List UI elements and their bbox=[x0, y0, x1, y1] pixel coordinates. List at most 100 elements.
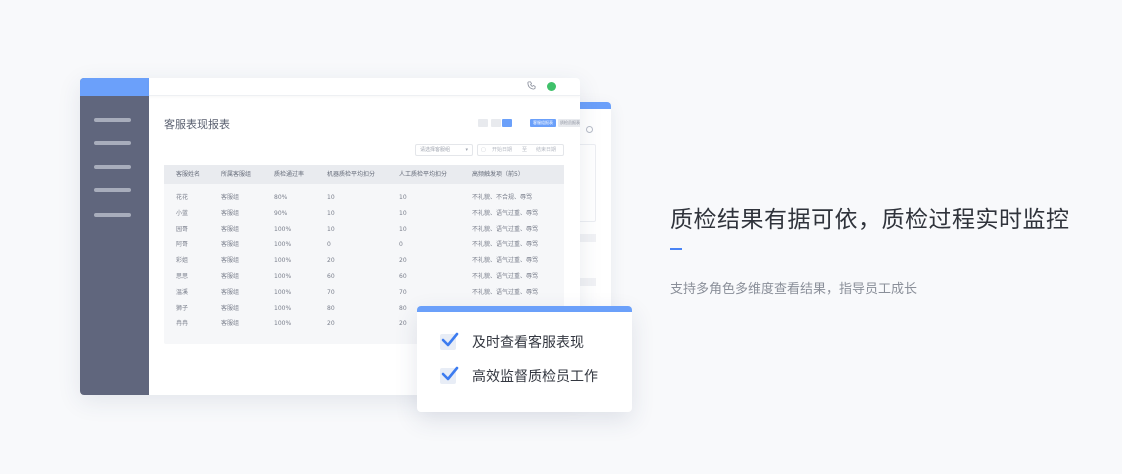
table-cell: 花花 bbox=[176, 194, 189, 201]
phone-icon[interactable] bbox=[527, 81, 536, 93]
table-cell: 客服组 bbox=[221, 288, 240, 296]
table-cell: 阿哥 bbox=[176, 241, 189, 249]
table-cell: 10 bbox=[327, 225, 335, 233]
date-separator: 至 bbox=[522, 147, 528, 153]
table-row: 小蓝 客服组 90% 10 10 不礼貌、语气过重、辱骂 bbox=[164, 206, 564, 222]
feature-checklist-card: 及时查看客服表现 高效监督质检员工作 bbox=[417, 306, 632, 412]
table-cell: 思思 bbox=[176, 273, 189, 280]
table-cell: 不礼貌、不合规、辱骂 bbox=[472, 194, 533, 201]
table-cell: 小蓝 bbox=[176, 209, 189, 217]
table-cell: 80 bbox=[327, 304, 335, 312]
table-cell: 100% bbox=[274, 257, 292, 265]
table-cell: 客服组 bbox=[221, 320, 240, 328]
check-icon bbox=[441, 366, 459, 381]
table-cell: 客服组 bbox=[221, 225, 240, 233]
table-cell: 客服组 bbox=[221, 241, 240, 249]
table-cell: 100% bbox=[274, 225, 292, 233]
sidebar-item[interactable] bbox=[94, 141, 131, 145]
table-row: 阿哥 客服组 100% 0 0 不礼貌、语气过重、辱骂 bbox=[164, 237, 564, 253]
sidebar-item[interactable] bbox=[94, 188, 131, 192]
table-cell: 不礼貌、语气过重、辱骂 bbox=[472, 257, 539, 265]
radio-icon bbox=[586, 126, 593, 133]
sidebar-item[interactable] bbox=[94, 213, 131, 217]
table-cell: 100% bbox=[274, 320, 292, 328]
table-cell: 不礼貌、语气过重、辱骂 bbox=[472, 273, 539, 280]
table-cell: 温溪 bbox=[176, 288, 189, 296]
table-row: 思思 客服组 100% 60 60 不礼貌、语气过重、辱骂 bbox=[164, 269, 564, 285]
hero-subline: 支持多角色多维度查看结果，指导员工成长 bbox=[670, 282, 918, 297]
table-cell: 客服组 bbox=[221, 273, 240, 280]
group-select-placeholder: 请选择客服组 bbox=[420, 147, 451, 153]
sidebar-item[interactable] bbox=[94, 118, 131, 122]
table-cell: 客服组 bbox=[221, 194, 240, 201]
date-start: 开始日期 bbox=[492, 147, 513, 153]
column-header: 客服姓名 bbox=[176, 171, 201, 178]
table-row: 园哥 客服组 100% 10 10 不礼貌、语气过重、辱骂 bbox=[164, 222, 564, 238]
table-cell: 70 bbox=[399, 288, 407, 296]
table-cell: 20 bbox=[399, 257, 407, 265]
accent-divider bbox=[670, 248, 682, 250]
toolbar-button[interactable] bbox=[491, 119, 501, 127]
toolbar-button-active[interactable] bbox=[502, 119, 512, 127]
table-cell: 100% bbox=[274, 241, 292, 249]
table-cell: 10 bbox=[399, 194, 407, 201]
checklist-item: 高效监督质检员工作 bbox=[440, 366, 598, 386]
toolbar-button[interactable] bbox=[478, 119, 488, 127]
checkbox bbox=[440, 366, 459, 384]
table-cell: 客服组 bbox=[221, 257, 240, 265]
check-icon bbox=[441, 332, 459, 347]
table-cell: 狮子 bbox=[176, 304, 189, 312]
checklist-header bbox=[417, 306, 632, 312]
caret-down-icon: ▾ bbox=[465, 147, 468, 153]
table-cell: 100% bbox=[274, 304, 292, 312]
table-cell: 0 bbox=[327, 241, 331, 249]
table-cell: 70 bbox=[327, 288, 335, 296]
group-select[interactable]: 请选择客服组 ▾ bbox=[415, 144, 473, 156]
checklist-label: 高效监督质检员工作 bbox=[472, 369, 598, 385]
table-cell: 不礼貌、语气过重、辱骂 bbox=[472, 225, 539, 233]
table-cell: 100% bbox=[274, 288, 292, 296]
column-header: 人工质检平均扣分 bbox=[399, 171, 448, 178]
table-cell: 60 bbox=[399, 273, 407, 280]
table-row: 彩姐 客服组 100% 20 20 不礼貌、语气过重、辱骂 bbox=[164, 253, 564, 269]
sidebar bbox=[80, 78, 149, 395]
table-row: 温溪 客服组 100% 70 70 不礼貌、语气过重、辱骂 bbox=[164, 285, 564, 301]
table-cell: 80% bbox=[274, 194, 288, 201]
table-cell: 不礼貌、语气过重、辱骂 bbox=[472, 241, 539, 249]
page-title: 客服表现报表 bbox=[164, 118, 230, 131]
table-cell: 客服组 bbox=[221, 304, 240, 312]
column-header: 所属客服组 bbox=[221, 171, 252, 178]
table-cell: 冉冉 bbox=[176, 320, 189, 328]
checklist-label: 及时查看客服表现 bbox=[472, 335, 584, 351]
calendar-icon: ▢ bbox=[481, 147, 486, 153]
table-cell: 10 bbox=[399, 225, 407, 233]
table-cell: 20 bbox=[399, 320, 407, 328]
date-range-picker[interactable]: ▢ 开始日期 至 结束日期 bbox=[477, 144, 564, 156]
table-cell: 客服组 bbox=[221, 209, 240, 217]
table-row: 花花 客服组 80% 10 10 不礼貌、不合规、辱骂 bbox=[164, 190, 564, 206]
table-cell: 10 bbox=[327, 194, 335, 201]
table-cell: 0 bbox=[399, 241, 403, 249]
topbar bbox=[149, 78, 580, 96]
sidebar-logo bbox=[80, 78, 149, 96]
table-header: 客服姓名 所属客服组 质检通过率 机器质检平均扣分 人工质检平均扣分 高频触发项… bbox=[164, 165, 564, 184]
chat-icon[interactable] bbox=[547, 82, 556, 91]
checkbox bbox=[440, 332, 459, 350]
tab-agent-report[interactable]: 客服组报表 bbox=[530, 119, 556, 127]
hero-headline: 质检结果有据可依，质检过程实时监控 bbox=[670, 207, 1070, 233]
table-cell: 园哥 bbox=[176, 225, 189, 233]
date-end: 结束日期 bbox=[536, 147, 557, 153]
checklist-item: 及时查看客服表现 bbox=[440, 332, 584, 352]
table-cell: 不礼貌、语气过重、辱骂 bbox=[472, 209, 539, 217]
table-cell: 80 bbox=[399, 304, 407, 312]
table-cell: 20 bbox=[327, 320, 335, 328]
table-cell: 20 bbox=[327, 257, 335, 265]
column-header: 高频触发项（前5） bbox=[472, 171, 524, 178]
table-cell: 90% bbox=[274, 209, 288, 217]
table-cell: 60 bbox=[327, 273, 335, 280]
tab-inspector-report[interactable]: 质检员报表 bbox=[558, 119, 580, 127]
table-cell: 彩姐 bbox=[176, 257, 189, 265]
column-header: 机器质检平均扣分 bbox=[327, 171, 376, 178]
table-cell: 10 bbox=[327, 209, 335, 217]
sidebar-item[interactable] bbox=[94, 165, 131, 169]
